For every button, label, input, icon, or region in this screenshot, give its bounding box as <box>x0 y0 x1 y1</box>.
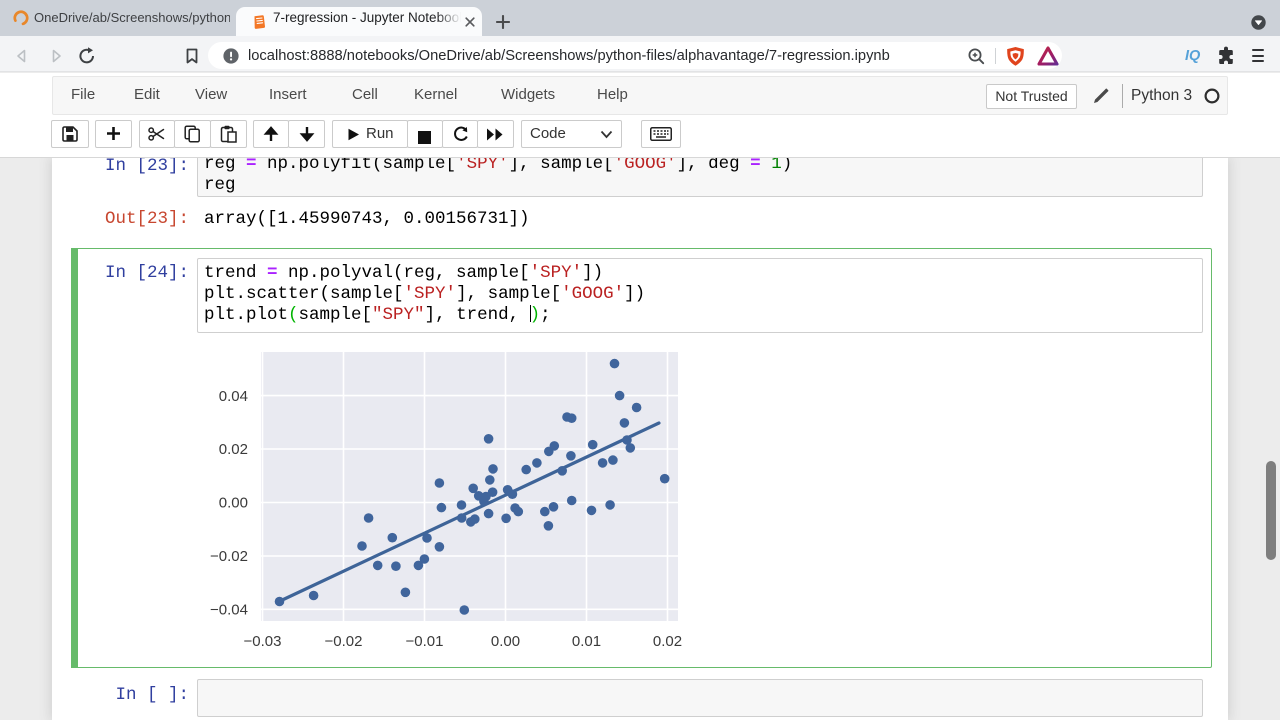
svg-text:0.00: 0.00 <box>491 633 520 650</box>
svg-text:0.02: 0.02 <box>653 633 682 650</box>
svg-text:0.00: 0.00 <box>219 495 248 512</box>
svg-text:−0.02: −0.02 <box>325 633 363 650</box>
svg-text:−0.02: −0.02 <box>210 548 248 565</box>
svg-text:0.04: 0.04 <box>219 388 248 405</box>
svg-text:−0.01: −0.01 <box>406 633 444 650</box>
svg-text:−0.04: −0.04 <box>210 602 248 619</box>
svg-text:0.02: 0.02 <box>219 441 248 458</box>
svg-text:−0.03: −0.03 <box>244 633 282 650</box>
svg-text:0.01: 0.01 <box>572 633 601 650</box>
